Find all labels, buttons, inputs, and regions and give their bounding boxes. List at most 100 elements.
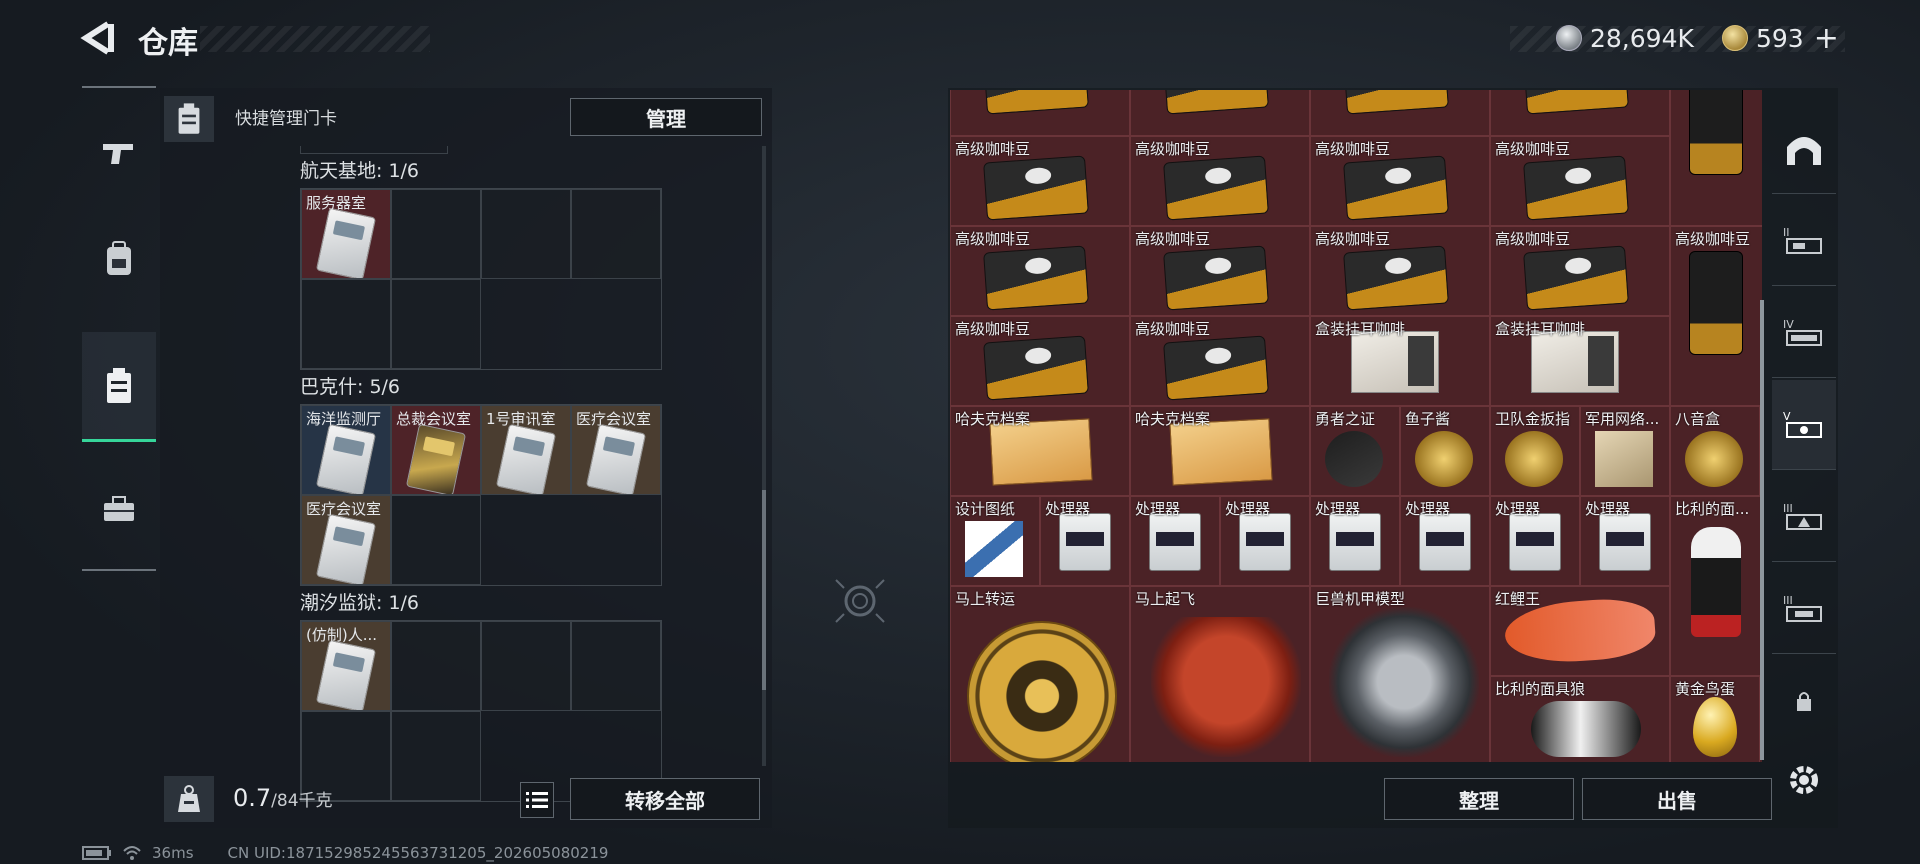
keycard-slot[interactable]: 1号审讯室: [481, 405, 571, 495]
keycard-chip: [512, 436, 546, 457]
keycard-label: 医疗会议室: [576, 410, 652, 428]
add-currency-icon[interactable]: +: [1814, 21, 1839, 56]
nav-weapons[interactable]: [82, 98, 156, 208]
stash-box-2-icon: II: [1783, 226, 1822, 254]
stash-item[interactable]: [1490, 90, 1670, 136]
empty-slot[interactable]: [391, 711, 481, 801]
stash-item[interactable]: [950, 90, 1130, 136]
keycard-label: (仿制)人...: [306, 626, 378, 644]
settings-gear-icon[interactable]: [1784, 760, 1824, 800]
nav-keycards[interactable]: [82, 332, 156, 442]
stash-item[interactable]: 高级咖啡豆: [1670, 226, 1762, 406]
stash-item[interactable]: 盒装挂耳咖啡: [1490, 316, 1670, 406]
scrollbar-thumb[interactable]: [762, 490, 766, 690]
empty-slot[interactable]: [301, 279, 391, 369]
stash-tab-4[interactable]: IV: [1772, 288, 1836, 378]
keycard-slot[interactable]: 总裁会议室: [391, 405, 481, 495]
stash-item[interactable]: 盒装挂耳咖啡: [1310, 316, 1490, 406]
stash-tab-2[interactable]: II: [1772, 196, 1836, 286]
svg-text:II: II: [1783, 226, 1790, 239]
stash-item[interactable]: 高级咖啡豆: [950, 316, 1130, 406]
stash-item[interactable]: 高级咖啡豆: [1130, 226, 1310, 316]
stash-item[interactable]: 卫队金扳指: [1490, 406, 1580, 496]
empty-slot[interactable]: [391, 495, 481, 585]
stash-tab-3[interactable]: III: [1772, 472, 1836, 562]
keycard-slot[interactable]: 医疗会议室: [571, 405, 661, 495]
stash-item[interactable]: 高级咖啡豆: [1490, 226, 1670, 316]
stash-item[interactable]: 处理器: [1220, 496, 1310, 586]
stash-item[interactable]: 处理器: [1400, 496, 1490, 586]
stash-item[interactable]: 哈夫克档案: [950, 406, 1130, 496]
stash-tab-3b[interactable]: III: [1772, 564, 1836, 654]
coffee-item-icon: [1343, 90, 1449, 115]
stash-item[interactable]: 高级咖啡豆: [1130, 136, 1310, 226]
stash-tab-5[interactable]: V: [1772, 380, 1836, 470]
proc-item-icon: [1149, 513, 1201, 571]
stash-item[interactable]: 鱼子酱: [1400, 406, 1490, 496]
nav-equipment[interactable]: [82, 204, 156, 314]
stash-grid: 高级咖啡豆 高级咖啡豆 高级咖啡豆 高级咖啡豆 高级咖啡豆 高级咖啡豆 高级咖啡豆 高级咖啡豆…: [950, 90, 1762, 762]
stash-item[interactable]: 马上转运: [950, 586, 1130, 762]
stash-item[interactable]: 设计图纸: [950, 496, 1040, 586]
stash-item[interactable]: 处理器: [1130, 496, 1220, 586]
stash-item[interactable]: 哈夫克档案: [1130, 406, 1310, 496]
empty-slot[interactable]: [571, 189, 661, 279]
stash-item[interactable]: 八音盒: [1670, 406, 1760, 496]
stash-item[interactable]: 勇者之证: [1310, 406, 1400, 496]
empty-slot[interactable]: [391, 279, 481, 369]
stash-item-label: 哈夫克档案: [1135, 410, 1211, 428]
stash-item-label: 高级咖啡豆: [955, 230, 1031, 248]
stash-item[interactable]: 比利的面...: [1670, 496, 1762, 676]
stash-item[interactable]: [1130, 90, 1310, 136]
coffee-item-icon: [1163, 335, 1269, 401]
weight-icon: [164, 776, 214, 822]
stash-item[interactable]: 高级咖啡豆: [1310, 136, 1490, 226]
stash-item[interactable]: 红鲤王: [1490, 586, 1670, 676]
empty-slot[interactable]: [391, 621, 481, 711]
keycard-chip: [422, 436, 456, 457]
stash-item[interactable]: 巨兽机甲模型: [1310, 586, 1490, 762]
stash-scrollbar[interactable]: [1760, 300, 1764, 760]
keycard-icon: [315, 513, 377, 584]
stash-item[interactable]: 高级咖啡豆: [950, 226, 1130, 316]
back-arrow-icon[interactable]: [78, 18, 118, 58]
keycard-slot[interactable]: (仿制)人...: [301, 621, 391, 711]
stash-tab-locked[interactable]: [1772, 656, 1836, 746]
stash-box-3-icon: III: [1783, 502, 1822, 530]
stash-item[interactable]: 处理器: [1580, 496, 1670, 586]
empty-slot[interactable]: [481, 189, 571, 279]
transfer-all-button[interactable]: 转移全部: [570, 778, 760, 820]
stash-item[interactable]: [1670, 90, 1762, 226]
stash-item[interactable]: 高级咖啡豆: [1130, 316, 1310, 406]
manage-button[interactable]: 管理: [570, 98, 762, 136]
stash-item[interactable]: 黄金鸟蛋: [1670, 676, 1760, 762]
crosshair-icon: [832, 566, 888, 636]
stash-item-label: 红鲤王: [1495, 590, 1541, 608]
stash-item[interactable]: 高级咖啡豆: [950, 136, 1130, 226]
stash-item[interactable]: 处理器: [1310, 496, 1400, 586]
sell-button[interactable]: 出售: [1582, 778, 1772, 820]
keycard-slot[interactable]: 医疗会议室: [301, 495, 391, 585]
keycard-slot[interactable]: 服务器室: [301, 189, 391, 279]
empty-slot[interactable]: [391, 189, 481, 279]
sort-button[interactable]: 整理: [1384, 778, 1574, 820]
stash-item[interactable]: 处理器: [1490, 496, 1580, 586]
carry-weight: 0.7/84千克: [233, 784, 333, 812]
empty-slot[interactable]: [571, 621, 661, 711]
stash-item[interactable]: 处理器: [1040, 496, 1130, 586]
empty-slot[interactable]: [481, 621, 571, 711]
stash-item[interactable]: 比利的面具狼: [1490, 676, 1670, 762]
stash-tab-all[interactable]: [1772, 104, 1836, 194]
list-view-button[interactable]: [520, 782, 554, 818]
stash-box-4-icon: IV: [1783, 318, 1822, 346]
stash-item[interactable]: 高级咖啡豆: [1490, 136, 1670, 226]
gold-currency[interactable]: 593 +: [1722, 20, 1839, 56]
stash-item[interactable]: [1310, 90, 1490, 136]
nav-toolbox[interactable]: [82, 454, 156, 564]
coffee-item-icon: [1163, 155, 1269, 221]
stash-item[interactable]: 军用网络...: [1580, 406, 1670, 496]
keycard-slot[interactable]: 海洋监测厅: [301, 405, 391, 495]
stash-item[interactable]: 马上起飞: [1130, 586, 1310, 762]
proc-item-icon: [1509, 513, 1561, 571]
stash-item[interactable]: 高级咖啡豆: [1310, 226, 1490, 316]
